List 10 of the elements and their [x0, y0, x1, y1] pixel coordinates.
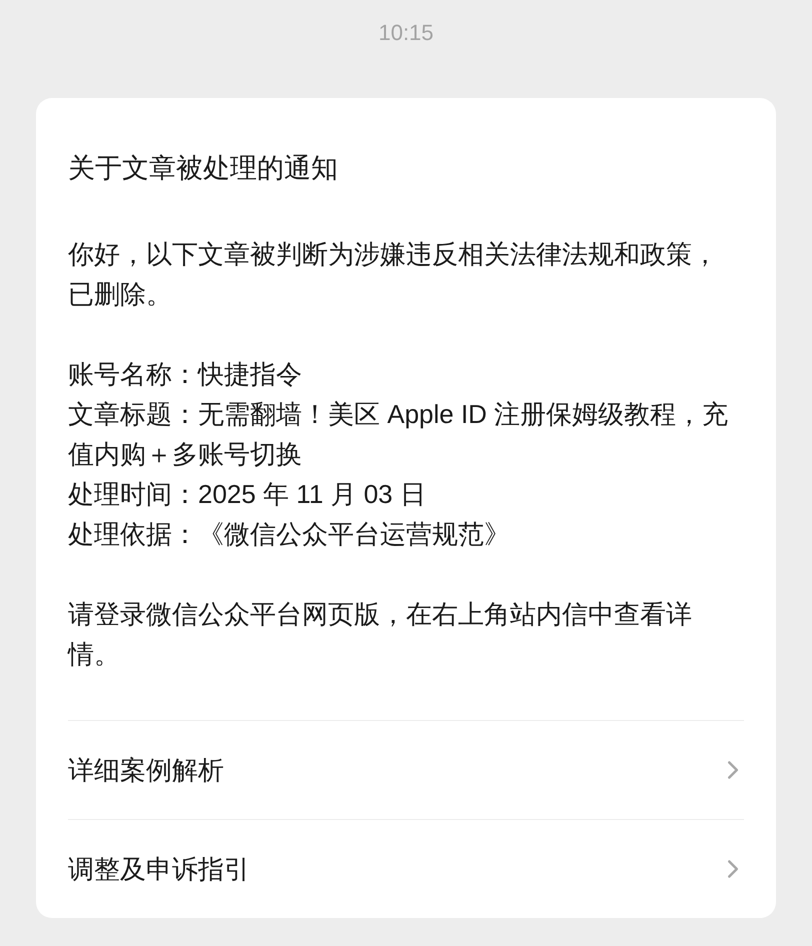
- link-entry[interactable]: 详细案例解析: [68, 752, 224, 788]
- notice-detail-line: 文章标题：无需翻墙！美区 Apple ID 注册保姆级教程，充值内购＋多账号切换: [68, 398, 730, 471]
- notice-title: 关于文章被处理的通知: [68, 152, 339, 185]
- message-time: 10:15: [378, 20, 434, 46]
- notice-detail-line: 处理依据：《微信公众平台运营规范》: [68, 518, 511, 551]
- notice-footer: 请登录微信公众平台网页版，在右上角站内信中查看详情。: [68, 594, 718, 674]
- notice-detail-line: 处理时间：2025 年 11 月 03 日: [68, 478, 427, 511]
- notice-detail-line: 账号名称：快捷指令: [68, 358, 303, 391]
- notice-intro: 你好，以下文章被判断为涉嫌违反相关法律法规和政策，已删除。: [68, 238, 718, 311]
- link-entry[interactable]: 调整及申诉指引: [68, 851, 250, 887]
